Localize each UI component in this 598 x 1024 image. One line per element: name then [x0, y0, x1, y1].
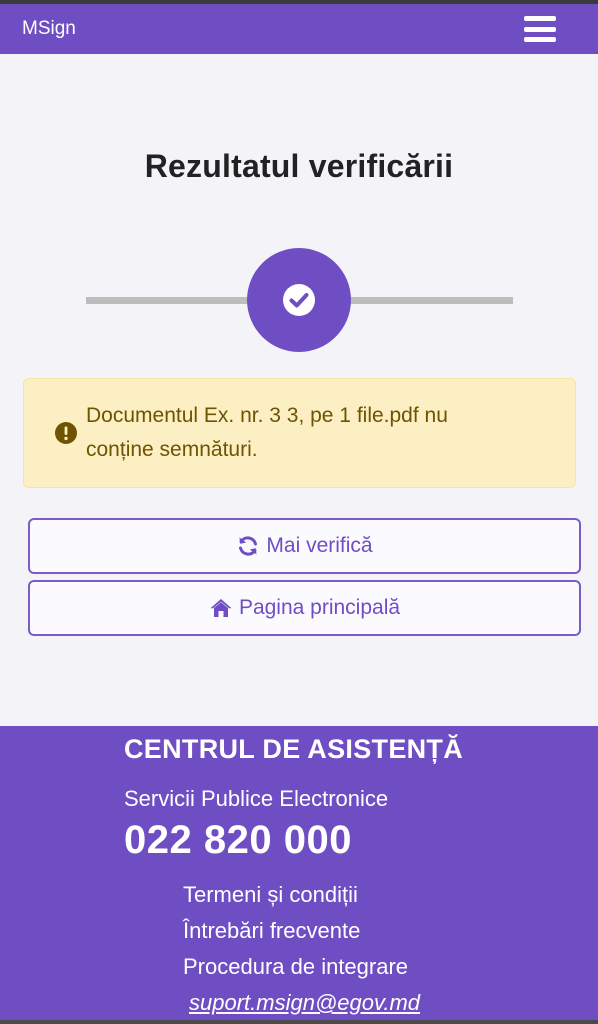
home-page-label: Pagina principală: [238, 596, 401, 619]
verify-again-label: Mai verifică: [266, 534, 373, 557]
exclamation-circle-icon: [55, 422, 77, 444]
home-icon: [210, 599, 232, 617]
brand-logo[interactable]: MSign: [22, 18, 76, 40]
stepper-step-done: [247, 248, 351, 352]
hamburger-menu-icon[interactable]: [524, 16, 556, 42]
alert-message-line2: conține semnături.: [86, 438, 258, 461]
alert-message: Documentul Ex. nr. 3 3, pe 1 file.pdf nu…: [86, 399, 448, 467]
integration-link[interactable]: Procedura de integrare: [183, 954, 408, 980]
faq-link[interactable]: Întrebări frecvente: [183, 918, 360, 944]
warning-alert: Documentul Ex. nr. 3 3, pe 1 file.pdf nu…: [23, 378, 576, 488]
bottom-edge: [0, 1020, 598, 1024]
progress-stepper: [0, 248, 598, 354]
footer: CENTRUL DE ASISTENȚĂ Servicii Publice El…: [0, 726, 598, 1020]
stepper-line-right: [347, 297, 513, 304]
support-phone[interactable]: 022 820 000: [124, 818, 352, 863]
alert-message-line1: Documentul Ex. nr. 3 3, pe 1 file.pdf nu: [86, 404, 448, 427]
terms-link[interactable]: Termeni și condiții: [183, 882, 358, 908]
stepper-line-left: [86, 297, 251, 304]
page-title: Rezultatul verificării: [144, 148, 454, 184]
support-email-link[interactable]: suport.msign@egov.md: [189, 990, 420, 1016]
services-label: Servicii Publice Electronice: [124, 786, 389, 811]
check-circle-icon: [283, 284, 315, 316]
home-page-button[interactable]: Pagina principală: [28, 580, 581, 636]
main-content: Rezultatul verificării Documentul Ex. nr…: [0, 54, 598, 726]
navbar: MSign: [0, 4, 598, 54]
refresh-icon: [239, 536, 258, 556]
verify-again-button[interactable]: Mai verifică: [28, 518, 581, 574]
support-center-heading: CENTRUL DE ASISTENȚĂ: [124, 734, 464, 764]
